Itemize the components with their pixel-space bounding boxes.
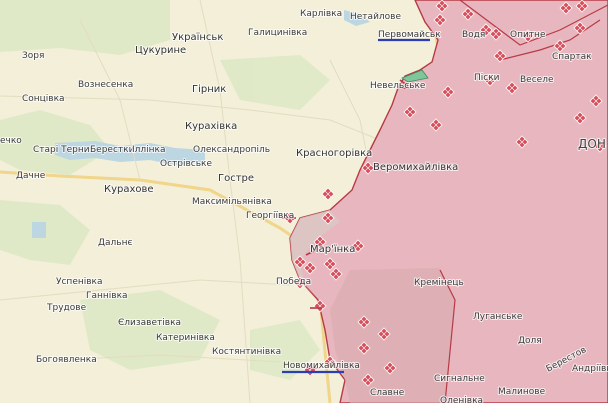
place-label: Славне <box>370 388 405 398</box>
map-canvas[interactable]: Карлівка Нетайлове Первомайськ Водя Опитне Сп… <box>0 0 608 403</box>
place-label: Галицинівка <box>248 28 307 38</box>
place-label: Старі Терни <box>33 145 90 155</box>
place-label: Невельське <box>370 81 426 91</box>
place-label: Вознесенка <box>78 80 133 90</box>
place-label: Оленівка <box>440 396 483 403</box>
place-label: Доля <box>518 336 542 346</box>
place-label: Водя <box>462 30 485 40</box>
place-label: Українськ <box>172 32 223 43</box>
place-label: Карлівка <box>300 9 342 19</box>
place-label: Гостре <box>218 173 254 184</box>
place-label: Іллінка <box>132 145 166 155</box>
place-label: ечко <box>0 136 22 146</box>
place-label: Піски <box>474 73 500 83</box>
place-label: Красногорівка <box>296 147 372 159</box>
place-label: Мар'їнка <box>310 244 355 255</box>
place-label: Берестки <box>90 145 135 155</box>
place-label: Катеринівка <box>156 333 215 343</box>
place-label: Гірник <box>192 83 226 95</box>
place-label: Кремінець <box>414 278 464 288</box>
place-label: Успенівка <box>56 277 103 287</box>
place-label: Дальнє <box>98 238 132 248</box>
place-label: Новомихайлівка <box>283 361 360 371</box>
place-label: Первомайськ <box>378 30 441 40</box>
place-label: Єлизаветівка <box>118 318 181 328</box>
place-label: Нетайлове <box>350 12 401 22</box>
place-label: Опитне <box>510 30 546 40</box>
place-label: Цукурине <box>135 45 186 56</box>
place-label: Сонцівка <box>22 94 65 104</box>
place-label: Победа <box>276 277 311 287</box>
place-label: ДОН <box>578 137 606 151</box>
place-label: Сигнальне <box>434 374 485 384</box>
place-label: Богоявленка <box>36 355 97 365</box>
place-label: Андріївка <box>572 364 608 374</box>
place-label: Курахівка <box>185 120 237 132</box>
place-label: Трудове <box>46 303 87 313</box>
place-label: Острівське <box>160 159 212 169</box>
place-label: Спартак <box>552 52 592 62</box>
place-label: Ганнівка <box>86 291 128 301</box>
place-label: Дачне <box>16 171 46 181</box>
place-label: Олександропіль <box>193 145 270 155</box>
place-label: Курахове <box>104 184 154 195</box>
place-label: Георгіївка <box>246 211 294 221</box>
place-label: Малинове <box>498 387 546 397</box>
place-label: Луганське <box>473 312 523 322</box>
place-label: Веромихайлівка <box>373 161 458 173</box>
place-label: Костянтинівка <box>212 347 281 357</box>
place-label: Веселе <box>520 75 554 85</box>
place-label: Зоря <box>22 51 44 61</box>
place-label: Максимільянівка <box>192 197 272 207</box>
